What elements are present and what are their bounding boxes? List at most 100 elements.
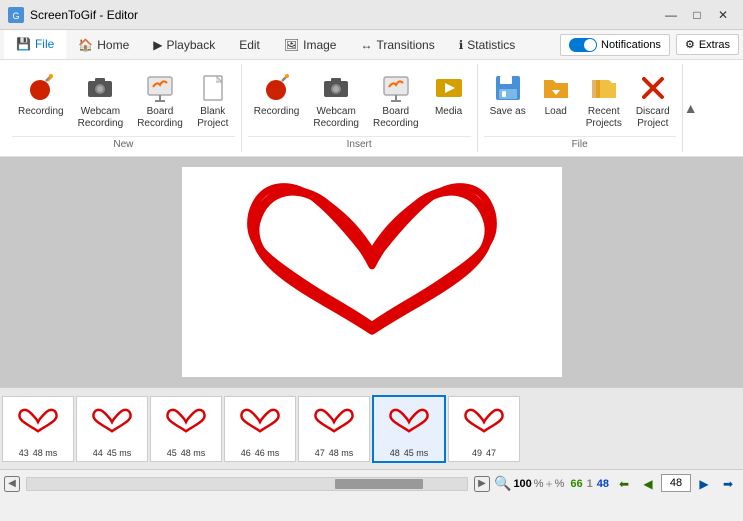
frame-time-45: 48 ms [181,448,206,458]
save-as-button[interactable]: Save as [484,68,532,122]
tab-playback[interactable]: ▶ Playback [141,30,227,59]
minimize-button[interactable]: — [659,5,683,25]
frame-time-48: 45 ms [404,448,429,458]
frame-number-input[interactable] [661,474,691,492]
tab-transitions[interactable]: ↔ Transitions [348,30,446,59]
ribbon-collapse-button[interactable]: ▲ [683,64,699,152]
file-group-label: File [484,136,676,152]
extras-button[interactable]: ⚙ Extras [676,34,739,55]
frame-thumb-45 [153,399,219,447]
frame-info-45: 45 48 ms [167,447,206,459]
frame-info-44: 44 45 ms [93,447,132,459]
filmstrip-scrollbar[interactable] [26,477,468,491]
toggle-switch[interactable] [569,38,597,52]
film-frame-43[interactable]: 43 48 ms [2,396,74,462]
nav-prev-small-button[interactable]: ◀ [637,474,659,494]
nav-prev-button[interactable]: ⬅ [613,474,635,494]
recent-projects-button[interactable]: RecentProjects [580,68,628,134]
frame-thumb-46 [227,399,293,447]
recording-button[interactable]: Recording [12,68,70,122]
tab-image[interactable]: 🖼 Image [272,30,349,59]
load-label: Load [545,106,567,118]
image-icon: 🖼 [284,38,299,52]
zoom-separator: + [546,477,553,491]
zoom-percent: % [534,478,544,490]
tab-home[interactable]: 🏠 Home [66,30,141,59]
frame-time-49: 47 [486,448,496,458]
ribbon-group-insert: Recording WebcamRecording [242,64,478,152]
camera-icon [84,72,116,104]
tab-file[interactable]: 💾 File [4,30,66,59]
filmstrip-scroll[interactable]: 43 48 ms 44 45 ms 45 [0,388,743,469]
film-frame-49[interactable]: 49 47 [448,396,520,462]
transitions-icon: ↔ [360,38,372,52]
tab-edit[interactable]: Edit [227,30,272,59]
playback-icon: ▶ [153,38,162,52]
insert-group-label: Insert [248,136,471,152]
tab-statistics[interactable]: ℹ Statistics [447,30,528,59]
frame-thumb-43 [5,399,71,447]
nav-next-small-button[interactable]: ▶ [693,474,715,494]
insert-board-icon [380,72,412,104]
insert-webcam-label: WebcamRecording [313,106,359,130]
frame-num-46: 46 [241,448,251,458]
svg-text:G: G [12,11,19,21]
frame-num-49: 49 [472,448,482,458]
maximize-button[interactable]: □ [685,5,709,25]
webcam-recording-button[interactable]: WebcamRecording [72,68,130,134]
zoom-percent-sign: % [555,478,565,490]
frame-info-47: 47 48 ms [315,447,354,459]
menu-bar: 💾 File 🏠 Home ▶ Playback Edit 🖼 Image ↔ … [0,30,743,60]
frame-num-48: 48 [390,448,400,458]
discard-project-label: DiscardProject [636,106,670,130]
close-button[interactable]: ✕ [711,5,735,25]
insert-board-label: BoardRecording [373,106,419,130]
insert-recording-button[interactable]: Recording [248,68,306,122]
insert-media-button[interactable]: Media [427,68,471,122]
insert-recording-label: Recording [254,106,300,118]
coord-x: 66 [570,478,582,490]
saveas-icon [492,72,524,104]
discard-project-button[interactable]: DiscardProject [630,68,676,134]
blank-project-button[interactable]: BlankProject [191,68,235,134]
ribbon-items-new: Recording WebcamRecording [12,64,235,134]
frame-thumb-49 [451,399,517,447]
media-label: Media [435,106,462,118]
insert-board-button[interactable]: BoardRecording [367,68,425,134]
scroll-left-button[interactable]: ◀ [4,476,20,492]
load-icon [540,72,572,104]
film-frame-45[interactable]: 45 48 ms [150,396,222,462]
webcam-recording-label: WebcamRecording [78,106,124,130]
frame-num-45: 45 [167,448,177,458]
film-frame-47[interactable]: 47 48 ms [298,396,370,462]
frame-thumb-47 [301,399,367,447]
ribbon: Recording WebcamRecording [0,60,743,157]
notifications-toggle[interactable]: Notifications [560,34,670,56]
frame-thumb-44 [79,399,145,447]
frame-info-43: 43 48 ms [19,447,58,459]
board-icon [144,72,176,104]
board-recording-label: BoardRecording [137,106,183,130]
film-frame-48[interactable]: 48 45 ms [372,395,446,463]
title-bar: G ScreenToGif - Editor — □ ✕ [0,0,743,30]
nav-arrows: ⬅ ◀ ▶ ➡ [613,474,739,494]
app-icon: G [8,7,24,23]
home-icon: 🏠 [78,38,93,52]
nav-next-button[interactable]: ➡ [717,474,739,494]
media-icon [433,72,465,104]
load-button[interactable]: Load [534,68,578,122]
film-frame-46[interactable]: 46 46 ms [224,396,296,462]
frame-time-44: 45 ms [107,448,132,458]
insert-bomb-icon [261,72,293,104]
scroll-right-button[interactable]: ▶ [474,476,490,492]
zoom-icon: 🔍 [494,475,511,492]
film-frame-44[interactable]: 44 45 ms [76,396,148,462]
frame-num-43: 43 [19,448,29,458]
ribbon-group-new: Recording WebcamRecording [6,64,242,152]
title-bar-left: G ScreenToGif - Editor [8,7,138,23]
main-canvas-area [0,157,743,387]
insert-webcam-button[interactable]: WebcamRecording [307,68,365,134]
ribbon-group-file: Save as Load [478,64,683,152]
file-icon: 💾 [16,37,31,51]
board-recording-button[interactable]: BoardRecording [131,68,189,134]
